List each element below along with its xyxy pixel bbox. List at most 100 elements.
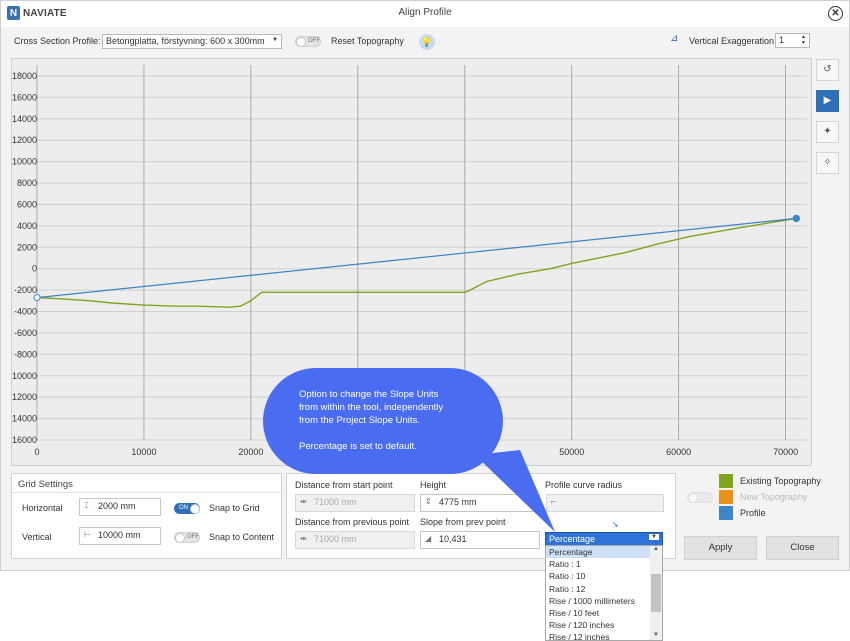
y-tick-label: -14000 bbox=[12, 414, 37, 424]
distance-start-value: 71000 mm bbox=[314, 497, 357, 507]
callout-spacer bbox=[299, 427, 473, 440]
align-profile-window: N NAVIATE Align Profile ✕ Cross Section … bbox=[0, 0, 850, 571]
y-tick-label: 4000 bbox=[17, 221, 37, 231]
legend-item-new: New Topography bbox=[719, 490, 807, 504]
y-tick-label: 8000 bbox=[17, 178, 37, 188]
toggle-state: ON bbox=[179, 505, 188, 511]
divider bbox=[12, 492, 281, 493]
snap-to-content-toggle[interactable]: OFF bbox=[174, 532, 200, 543]
distance-icon: ⇹ bbox=[300, 497, 307, 506]
grid-settings-panel: Grid Settings Horizontal ⌶ 2000 mm ON Sn… bbox=[11, 473, 282, 559]
slope-unit-option[interactable]: Ratio : 12 bbox=[546, 583, 662, 595]
select-arrow-icon: ▶ bbox=[823, 95, 832, 106]
legend-swatch bbox=[719, 506, 733, 520]
y-tick-label: -16000 bbox=[12, 435, 37, 445]
distance-previous-label: Distance from previous point bbox=[295, 517, 410, 527]
apply-button[interactable]: Apply bbox=[684, 536, 757, 560]
y-tick-label: -6000 bbox=[14, 328, 37, 338]
remove-point-icon: ✧ bbox=[823, 157, 832, 168]
profile-select-value: Betongplatta, förstyvning: 600 x 300mm bbox=[106, 36, 265, 46]
horizontal-label: Horizontal bbox=[22, 503, 63, 513]
stepper-arrows-icon[interactable]: ▲ ▼ bbox=[801, 34, 806, 46]
slope-units-select[interactable]: Percentage ▼ bbox=[545, 532, 663, 546]
chevron-down-icon: ▼ bbox=[649, 534, 659, 540]
y-tick-label: 10000 bbox=[12, 157, 37, 167]
distance-previous-value: 71000 mm bbox=[314, 534, 357, 544]
x-tick-label: 70000 bbox=[773, 447, 798, 457]
vertical-label: Vertical bbox=[22, 532, 52, 542]
vertical-grid-input[interactable]: ⊢ 10000 mm bbox=[79, 527, 161, 545]
profile-start-point bbox=[33, 294, 41, 302]
scrollbar-thumb[interactable] bbox=[651, 574, 661, 612]
legend-item-existing: Existing Topography bbox=[719, 474, 821, 488]
undo-button[interactable]: ↺ bbox=[816, 59, 839, 81]
remove-point-button[interactable]: ✧ bbox=[816, 152, 839, 174]
slope-unit-option[interactable]: Ratio : 10 bbox=[546, 570, 662, 582]
y-tick-label: 16000 bbox=[12, 92, 37, 102]
distance-previous-input: ⇹ 71000 mm bbox=[295, 531, 415, 549]
legend-item-profile: Profile bbox=[719, 506, 766, 520]
snap-to-grid-toggle[interactable]: ON bbox=[174, 503, 200, 514]
reset-topography-toggle[interactable]: OFF bbox=[295, 36, 321, 47]
y-tick-label: -2000 bbox=[14, 285, 37, 295]
profile-select[interactable]: Betongplatta, förstyvning: 600 x 300mm ▼ bbox=[102, 34, 282, 49]
select-tool-button[interactable]: ▶ bbox=[816, 90, 839, 112]
y-tick-label: -12000 bbox=[12, 392, 37, 402]
profile-curve-radius-input: ⌐ bbox=[546, 494, 664, 512]
x-tick-label: 0 bbox=[34, 447, 39, 457]
horizontal-grid-value: 2000 mm bbox=[98, 501, 136, 511]
grid-settings-title: Grid Settings bbox=[18, 479, 73, 490]
y-tick-label: -8000 bbox=[14, 349, 37, 359]
vertical-spacing-icon: ⊢ bbox=[84, 530, 91, 539]
profile-label: Cross Section Profile: bbox=[14, 36, 101, 46]
height-icon: ⇕ bbox=[425, 497, 432, 506]
toggle-knob bbox=[175, 533, 185, 543]
horizontal-grid-input[interactable]: ⌶ 2000 mm bbox=[79, 498, 161, 516]
snap-to-content-label: Snap to Content bbox=[209, 532, 275, 542]
slope-unit-option[interactable]: Rise / 10 feet bbox=[546, 607, 662, 619]
cursor-arrow-icon: ➘ bbox=[612, 520, 619, 529]
x-tick-label: 60000 bbox=[666, 447, 691, 457]
slope-unit-option[interactable]: Rise / 1000 millimeters bbox=[546, 595, 662, 607]
y-tick-label: 14000 bbox=[12, 114, 37, 124]
annotation-callout: Option to change the Slope Units from wi… bbox=[263, 368, 503, 474]
dropdown-scrollbar[interactable]: ▲ ▼ bbox=[650, 546, 662, 640]
close-button[interactable]: Close bbox=[766, 536, 839, 560]
add-point-icon: ✦ bbox=[823, 126, 832, 137]
add-point-button[interactable]: ✦ bbox=[816, 121, 839, 143]
legend-label: Existing Topography bbox=[740, 476, 821, 486]
slope-unit-option[interactable]: Percentage bbox=[546, 546, 662, 559]
close-icon[interactable]: ✕ bbox=[828, 6, 843, 21]
x-tick-label: 50000 bbox=[559, 447, 584, 457]
y-tick-label: 12000 bbox=[12, 135, 37, 145]
slope-unit-option[interactable]: Rise / 12 inches bbox=[546, 631, 662, 640]
scroll-down-icon[interactable]: ▼ bbox=[650, 632, 662, 640]
slope-unit-option[interactable]: Ratio : 1 bbox=[546, 558, 662, 570]
title-bar: N NAVIATE Align Profile ✕ bbox=[1, 1, 849, 27]
lightbulb-icon[interactable]: 💡 bbox=[419, 34, 435, 50]
legend-swatch bbox=[719, 474, 733, 488]
distance-start-input: ⇹ 71000 mm bbox=[295, 494, 415, 512]
legend-label: Profile bbox=[740, 508, 766, 518]
slope-icon: ◢ bbox=[425, 534, 432, 543]
vertical-exaggeration-stepper[interactable]: 1 ▲ ▼ bbox=[775, 33, 810, 48]
toggle-state: OFF bbox=[187, 534, 199, 540]
y-tick-label: -10000 bbox=[12, 371, 37, 381]
scroll-up-icon[interactable]: ▲ bbox=[650, 546, 662, 556]
profile-end-point bbox=[792, 214, 801, 223]
x-tick-label: 10000 bbox=[131, 447, 156, 457]
y-tick-label: 0 bbox=[32, 264, 37, 274]
height-label: Height bbox=[420, 480, 447, 490]
slope-unit-option[interactable]: Rise / 120 inches bbox=[546, 619, 662, 631]
vertical-exaggeration-icon: ⊿ bbox=[670, 33, 679, 44]
distance-start-label: Distance from start point bbox=[295, 480, 393, 490]
slope-units-selected: Percentage bbox=[549, 534, 596, 544]
undo-icon: ↺ bbox=[823, 64, 832, 75]
profile-line bbox=[36, 217, 797, 299]
slope-units-list[interactable]: Percentage Ratio : 1 Ratio : 10 Ratio : … bbox=[545, 545, 663, 641]
callout-line: Option to change the Slope Units bbox=[299, 389, 439, 400]
new-topography-toggle[interactable] bbox=[687, 492, 713, 503]
x-tick-label: 20000 bbox=[238, 447, 263, 457]
callout-line: from the Project Slope Units. bbox=[299, 415, 420, 426]
reset-topography-label: Reset Topography bbox=[331, 36, 404, 46]
